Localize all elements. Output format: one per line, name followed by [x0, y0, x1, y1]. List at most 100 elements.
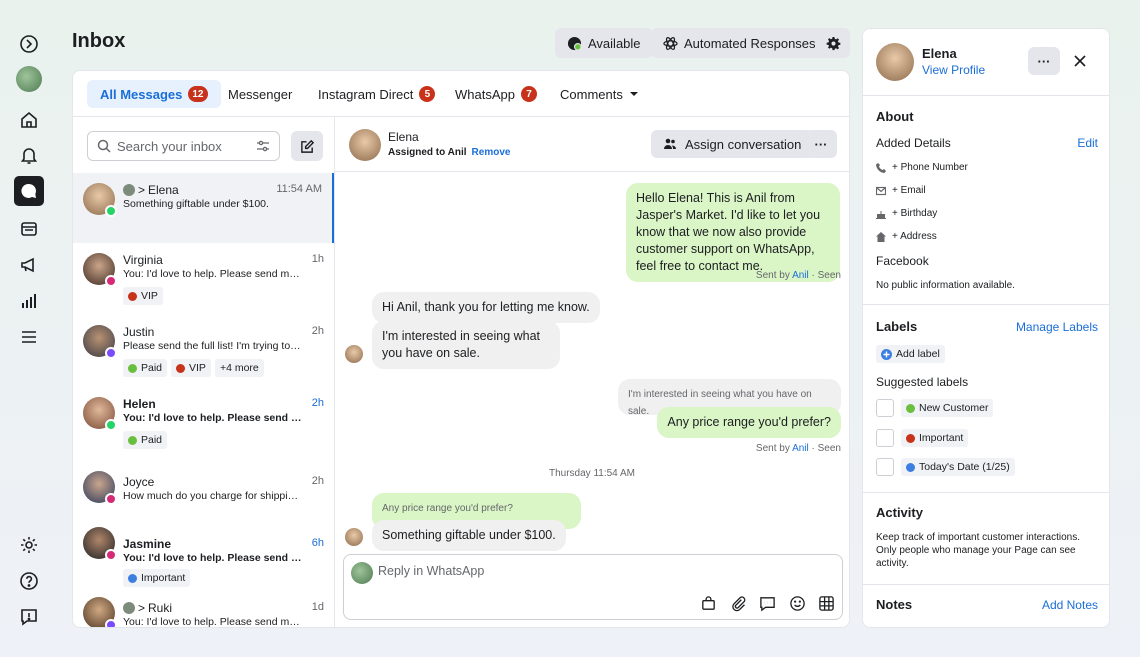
assignment-status: Assigned to Anil Remove — [388, 147, 511, 158]
tab-whatsapp[interactable]: WhatsApp 7 — [442, 80, 550, 108]
people-icon — [664, 138, 676, 149]
attachment-icon[interactable] — [728, 593, 748, 613]
notes-heading: Notes — [876, 597, 913, 612]
label-tag[interactable]: VIP — [123, 287, 163, 305]
tab-label: Instagram Direct — [318, 86, 414, 102]
labels-heading: Labels — [876, 319, 918, 334]
label-checkbox[interactable] — [876, 429, 894, 447]
conversation-item[interactable]: > Ruki 1d You: I'd love to help. Please s… — [73, 589, 334, 627]
grid-icon[interactable] — [816, 593, 836, 613]
label-tag[interactable]: Paid — [123, 431, 168, 449]
search-input[interactable] — [117, 138, 250, 154]
filter-icon[interactable] — [256, 139, 270, 153]
inbox-tabs: All Messages 12 Messenger Instagram Dire… — [73, 71, 849, 117]
suggested-label[interactable]: Important — [901, 429, 969, 447]
edit-details-link[interactable]: Edit — [1077, 136, 1098, 150]
shop-icon[interactable] — [698, 593, 718, 613]
inbox-icon[interactable] — [14, 176, 44, 206]
phone-icon — [876, 162, 886, 173]
saved-replies-icon[interactable] — [757, 593, 777, 613]
about-heading: About — [876, 109, 914, 124]
label-tag[interactable]: Important — [123, 569, 191, 587]
whatsapp-icon — [105, 419, 117, 431]
conversation-name: Justin — [123, 325, 155, 339]
profile-header: Elena View Profile ··· — [863, 29, 1109, 96]
conversation-item[interactable]: Joyce 2h How much do you charge for ship… — [73, 459, 334, 517]
inbox-settings-button[interactable] — [816, 28, 850, 58]
conversation-name: Joyce — [123, 475, 155, 489]
add-birthday-link[interactable]: + Birthday — [876, 208, 937, 219]
left-rail — [0, 0, 58, 657]
tab-all-messages[interactable]: All Messages 12 — [87, 80, 221, 108]
add-notes-link[interactable]: Add Notes — [1042, 598, 1098, 612]
tab-messenger[interactable]: Messenger — [215, 80, 305, 108]
automated-responses-button[interactable]: Automated Responses — [651, 28, 828, 58]
content-icon[interactable] — [14, 214, 44, 244]
reply-box[interactable] — [343, 554, 843, 620]
label-checkbox[interactable] — [876, 399, 894, 417]
tab-label: WhatsApp — [455, 86, 515, 102]
feedback-icon[interactable] — [14, 602, 44, 632]
profile-more-button[interactable]: ··· — [1028, 47, 1060, 75]
home-icon — [876, 231, 886, 242]
remove-assignment-link[interactable]: Remove — [472, 147, 511, 158]
conversation-item[interactable]: Jasmine 6h You: I'd love to help. Please… — [73, 517, 334, 589]
label-tag[interactable]: Paid — [123, 359, 168, 377]
more-labels[interactable]: +4 more — [214, 359, 264, 377]
conversation-time: 11:54 AM — [276, 183, 322, 195]
instagram-icon — [105, 549, 117, 561]
inbox-card: All Messages 12 Messenger Instagram Dire… — [72, 70, 850, 628]
search-box[interactable] — [87, 131, 280, 161]
contact-avatar[interactable] — [349, 129, 381, 161]
menu-icon[interactable] — [14, 322, 44, 352]
reply-input[interactable] — [378, 564, 678, 578]
count-badge: 5 — [419, 86, 436, 102]
add-phone-link[interactable]: + Phone Number — [876, 162, 968, 173]
add-address-link[interactable]: + Address — [876, 231, 937, 242]
settings-icon[interactable] — [14, 530, 44, 560]
close-icon[interactable] — [1070, 51, 1090, 71]
assign-conversation-button[interactable]: Assign conversation — [651, 130, 814, 158]
count-badge: 7 — [520, 86, 537, 102]
manage-labels-link[interactable]: Manage Labels — [1016, 320, 1098, 334]
tab-instagram-direct[interactable]: Instagram Direct 5 — [305, 80, 448, 108]
messenger-icon — [105, 619, 117, 627]
automation-icon — [663, 36, 678, 50]
ads-icon[interactable] — [14, 250, 44, 280]
availability-label: Available — [588, 35, 641, 51]
add-label-button[interactable]: Add label — [876, 345, 945, 363]
incoming-message: Hi Anil, thank you for letting me know. — [372, 292, 600, 323]
conversation-list: >Elena 11:54 AM Something giftable under… — [73, 117, 335, 627]
more-options-button[interactable]: ··· — [805, 130, 837, 158]
page-avatar[interactable] — [14, 64, 44, 94]
suggested-label[interactable]: Today's Date (1/25) — [901, 458, 1015, 476]
availability-button[interactable]: Available — [555, 28, 653, 58]
conversation-item[interactable]: > Elena 11:54 AM Something giftable under… — [73, 173, 334, 243]
label-tag[interactable]: VIP — [171, 359, 211, 377]
instagram-icon — [105, 275, 117, 287]
conversation-time: 2h — [311, 397, 324, 409]
conversation-snippet: You: I'd love to help. Please send me s.… — [123, 552, 303, 564]
insights-icon[interactable] — [14, 286, 44, 316]
conversation-item[interactable]: Helen 2h You: I'd love to help. Please s… — [73, 387, 334, 459]
add-email-link[interactable]: + Email — [876, 185, 926, 196]
conversation-name: Jasmine — [123, 537, 172, 551]
tab-label: Comments — [560, 86, 623, 102]
conversation-time: 6h — [311, 537, 324, 549]
collapse-icon[interactable] — [14, 29, 44, 59]
view-profile-link[interactable]: View Profile — [922, 63, 985, 77]
label-checkbox[interactable] — [876, 458, 894, 476]
suggested-label[interactable]: New Customer — [901, 399, 994, 417]
page-title: Inbox — [72, 30, 126, 52]
emoji-icon[interactable] — [787, 593, 807, 613]
conversation-item[interactable]: Virginia 1h You: I'd love to help. Pleas… — [73, 243, 334, 315]
conversation-item[interactable]: Justin 2h Please send the full list! I'm… — [73, 315, 334, 387]
incoming-message: I'm interested in seeing what you have o… — [372, 321, 560, 369]
notifications-icon[interactable] — [14, 140, 44, 170]
help-icon[interactable] — [14, 566, 44, 596]
home-icon[interactable] — [14, 105, 44, 135]
conversation-snippet: Please send the full list! I'm trying to… — [123, 340, 303, 352]
contact-details-panel: Elena View Profile ··· About Added Detai… — [862, 28, 1110, 628]
tab-comments[interactable]: Comments — [547, 80, 652, 108]
compose-button[interactable] — [291, 131, 323, 161]
